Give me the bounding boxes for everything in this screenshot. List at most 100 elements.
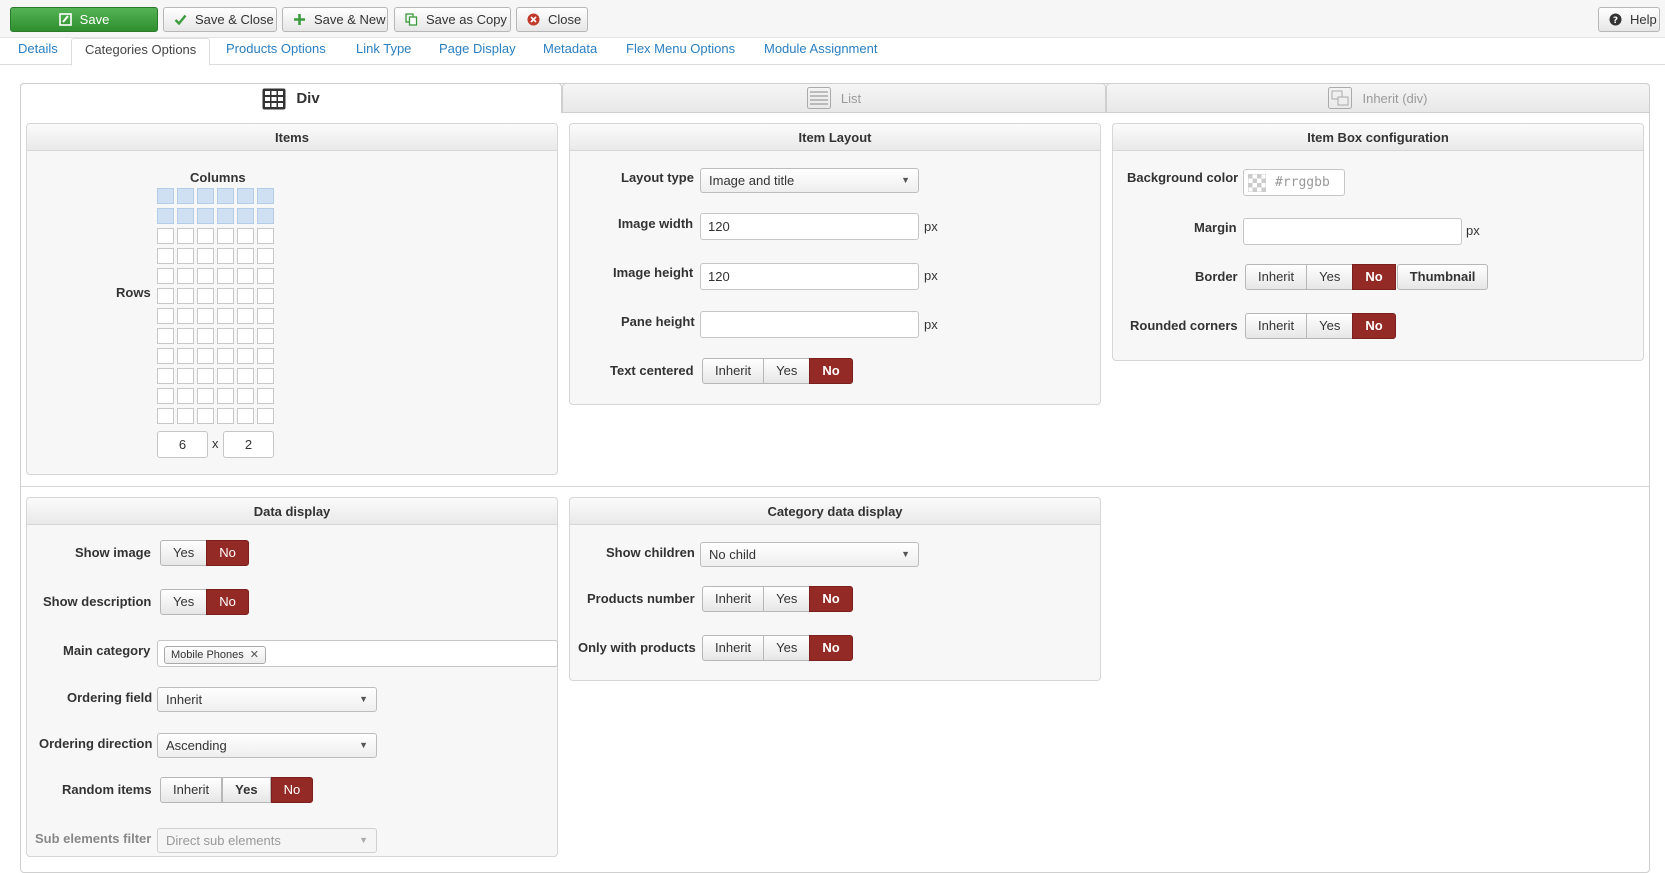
layout-inherit-button[interactable]: Inherit (div) xyxy=(1106,83,1650,113)
random-inherit[interactable]: Inherit xyxy=(160,777,223,803)
grid-cell[interactable] xyxy=(217,348,234,364)
grid-cell[interactable] xyxy=(257,348,274,364)
ordering-field-select[interactable]: Inherit ▼ xyxy=(157,687,377,712)
grid-cell[interactable] xyxy=(197,348,214,364)
grid-cell[interactable] xyxy=(177,188,194,204)
grid-cell[interactable] xyxy=(217,288,234,304)
grid-cell[interactable] xyxy=(197,408,214,424)
grid-cell[interactable] xyxy=(237,388,254,404)
tab-categories-options[interactable]: Categories Options xyxy=(71,38,211,66)
grid-cell[interactable] xyxy=(257,228,274,244)
grid-cell[interactable] xyxy=(237,208,254,224)
grid-cell[interactable] xyxy=(217,368,234,384)
grid-cell[interactable] xyxy=(177,268,194,284)
grid-cell[interactable] xyxy=(157,308,174,324)
grid-cell[interactable] xyxy=(197,248,214,264)
rows-count-input[interactable]: 2 xyxy=(223,431,274,458)
grid-cell[interactable] xyxy=(197,368,214,384)
grid-cell[interactable] xyxy=(237,328,254,344)
image-height-input[interactable]: 120 xyxy=(700,263,919,290)
save-close-button[interactable]: Save & Close xyxy=(163,7,277,32)
grid-cell[interactable] xyxy=(217,208,234,224)
tab-details[interactable]: Details xyxy=(18,38,58,65)
grid-cell[interactable] xyxy=(197,328,214,344)
grid-cell[interactable] xyxy=(257,288,274,304)
grid-cell[interactable] xyxy=(237,248,254,264)
grid-cell[interactable] xyxy=(257,328,274,344)
save-new-button[interactable]: Save & New xyxy=(282,7,388,32)
tab-module-assignment[interactable]: Module Assignment xyxy=(764,38,877,65)
grid-cell[interactable] xyxy=(157,388,174,404)
layout-div-button[interactable]: Div xyxy=(20,83,562,113)
border-yes[interactable]: Yes xyxy=(1306,264,1354,290)
grid-cell[interactable] xyxy=(177,368,194,384)
layout-list-button[interactable]: List xyxy=(562,83,1106,113)
grid-cell[interactable] xyxy=(197,388,214,404)
grid-cell[interactable] xyxy=(217,388,234,404)
show-image-yes[interactable]: Yes xyxy=(160,540,208,566)
transparent-swatch-icon[interactable] xyxy=(1247,173,1267,195)
grid-cell[interactable] xyxy=(257,408,274,424)
remove-tag-icon[interactable]: ✕ xyxy=(250,649,259,661)
rounded-no[interactable]: No xyxy=(1352,313,1396,339)
save-copy-button[interactable]: Save as Copy xyxy=(394,7,511,32)
grid-cell[interactable] xyxy=(237,288,254,304)
grid-cell[interactable] xyxy=(177,288,194,304)
grid-cell[interactable] xyxy=(257,268,274,284)
grid-cell[interactable] xyxy=(217,268,234,284)
grid-cell[interactable] xyxy=(157,268,174,284)
text-centered-inherit[interactable]: Inherit xyxy=(702,358,765,384)
grid-cell[interactable] xyxy=(197,288,214,304)
show-image-no[interactable]: No xyxy=(206,540,249,566)
grid-cell[interactable] xyxy=(257,208,274,224)
columns-count-input[interactable]: 6 xyxy=(157,431,208,458)
border-inherit[interactable]: Inherit xyxy=(1245,264,1308,290)
ordering-direction-select[interactable]: Ascending ▼ xyxy=(157,733,377,758)
grid-cell[interactable] xyxy=(217,328,234,344)
tab-products-options[interactable]: Products Options xyxy=(226,38,326,65)
grid-cell[interactable] xyxy=(217,228,234,244)
grid-cell[interactable] xyxy=(157,188,174,204)
random-no[interactable]: No xyxy=(270,777,314,803)
main-category-input[interactable]: Mobile Phones ✕ xyxy=(157,640,558,667)
grid-cell[interactable] xyxy=(237,228,254,244)
grid-cell[interactable] xyxy=(177,328,194,344)
grid-cell[interactable] xyxy=(177,348,194,364)
grid-cell[interactable] xyxy=(157,288,174,304)
grid-cell[interactable] xyxy=(177,388,194,404)
grid-cell[interactable] xyxy=(157,208,174,224)
image-width-input[interactable]: 120 xyxy=(700,213,919,240)
tab-metadata[interactable]: Metadata xyxy=(543,38,597,65)
grid-cell[interactable] xyxy=(157,368,174,384)
grid-cell[interactable] xyxy=(217,408,234,424)
show-children-select[interactable]: No child ▼ xyxy=(700,542,919,567)
grid-cell[interactable] xyxy=(237,188,254,204)
grid-cell[interactable] xyxy=(197,188,214,204)
grid-cell[interactable] xyxy=(177,408,194,424)
only-products-inherit[interactable]: Inherit xyxy=(702,635,765,661)
tab-page-display[interactable]: Page Display xyxy=(439,38,516,65)
only-products-yes[interactable]: Yes xyxy=(763,635,811,661)
text-centered-no[interactable]: No xyxy=(809,358,853,384)
show-description-no[interactable]: No xyxy=(206,589,249,615)
text-centered-yes[interactable]: Yes xyxy=(763,358,811,384)
grid-cell[interactable] xyxy=(237,408,254,424)
grid-cell[interactable] xyxy=(157,248,174,264)
grid-cell[interactable] xyxy=(157,328,174,344)
grid-cell[interactable] xyxy=(237,268,254,284)
save-button[interactable]: Save xyxy=(10,7,158,32)
grid-cell[interactable] xyxy=(217,308,234,324)
grid-cell[interactable] xyxy=(257,388,274,404)
grid-cell[interactable] xyxy=(237,348,254,364)
layout-type-select[interactable]: Image and title ▼ xyxy=(700,168,919,193)
tab-flex-menu-options[interactable]: Flex Menu Options xyxy=(626,38,735,65)
products-number-no[interactable]: No xyxy=(809,586,853,612)
grid-cell[interactable] xyxy=(237,308,254,324)
border-thumbnail[interactable]: Thumbnail xyxy=(1396,264,1489,290)
grid-cell[interactable] xyxy=(177,248,194,264)
products-number-inherit[interactable]: Inherit xyxy=(702,586,765,612)
grid-cell[interactable] xyxy=(177,208,194,224)
grid-cell[interactable] xyxy=(177,228,194,244)
rounded-inherit[interactable]: Inherit xyxy=(1245,313,1308,339)
rounded-yes[interactable]: Yes xyxy=(1306,313,1354,339)
